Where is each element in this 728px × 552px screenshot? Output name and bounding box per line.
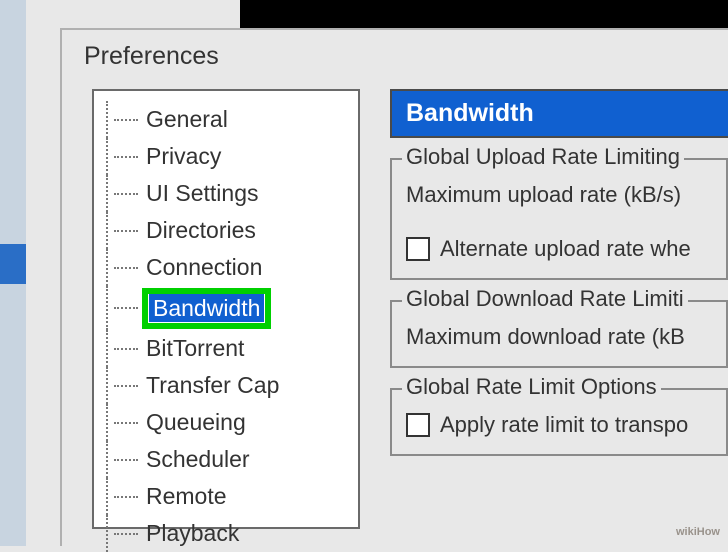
tree-label: Directories [142,216,260,245]
tree-label: BitTorrent [142,334,248,363]
tree-item-bandwidth[interactable]: Bandwidth [106,286,358,330]
category-tree: General Privacy UI Settings Directories … [92,89,360,529]
tree-item-ui-settings[interactable]: UI Settings [106,175,358,212]
tree-label: Connection [142,253,266,282]
group-legend: Global Upload Rate Limiting [402,144,684,170]
outer-left-highlight [0,244,26,284]
tree-label: Playback [142,519,243,548]
group-download-rate: Global Download Rate Limiti Maximum down… [390,300,728,368]
tree-label: Privacy [142,142,225,171]
tree-label: Remote [142,482,231,511]
tree-item-privacy[interactable]: Privacy [106,138,358,175]
apply-rate-limit-label: Apply rate limit to transpo [440,412,688,438]
group-rate-limit-options: Global Rate Limit Options Apply rate lim… [390,388,728,456]
preferences-window: Preferences General Privacy UI Settings … [60,28,728,546]
highlight-box: Bandwidth [142,288,271,329]
alternate-upload-checkbox[interactable] [406,237,430,261]
tree-label: Bandwidth [149,294,264,322]
tree-item-remote[interactable]: Remote [106,478,358,515]
group-legend: Global Rate Limit Options [402,374,661,400]
tree-item-playback[interactable]: Playback [106,515,358,552]
max-upload-rate-label: Maximum upload rate (kB/s) [406,182,726,208]
tree-item-directories[interactable]: Directories [106,212,358,249]
group-legend: Global Download Rate Limiti [402,286,688,312]
tree-label: Scheduler [142,445,254,474]
tree-item-bittorrent[interactable]: BitTorrent [106,330,358,367]
tree-label: General [142,105,232,134]
tree-label: UI Settings [142,179,263,208]
tree-label: Queueing [142,408,250,437]
apply-rate-limit-checkbox[interactable] [406,413,430,437]
alternate-upload-label: Alternate upload rate whe [440,236,691,262]
group-upload-rate: Global Upload Rate Limiting Maximum uplo… [390,158,728,280]
outer-titlebar [240,0,728,28]
tree-item-queueing[interactable]: Queueing [106,404,358,441]
tree-item-connection[interactable]: Connection [106,249,358,286]
max-download-rate-label: Maximum download rate (kB [406,324,726,350]
alternate-upload-row: Alternate upload rate whe [406,236,726,262]
window-title: Preferences [62,30,728,71]
watermark: wikiHow [676,526,720,538]
tree-item-scheduler[interactable]: Scheduler [106,441,358,478]
tree-item-general[interactable]: General [106,101,358,138]
settings-panel: Bandwidth Global Upload Rate Limiting Ma… [390,89,728,529]
tree-item-transfer-cap[interactable]: Transfer Cap [106,367,358,404]
panel-header: Bandwidth [390,89,728,138]
content-area: General Privacy UI Settings Directories … [92,89,728,529]
tree-label: Transfer Cap [142,371,283,400]
apply-rate-limit-row: Apply rate limit to transpo [406,412,726,438]
